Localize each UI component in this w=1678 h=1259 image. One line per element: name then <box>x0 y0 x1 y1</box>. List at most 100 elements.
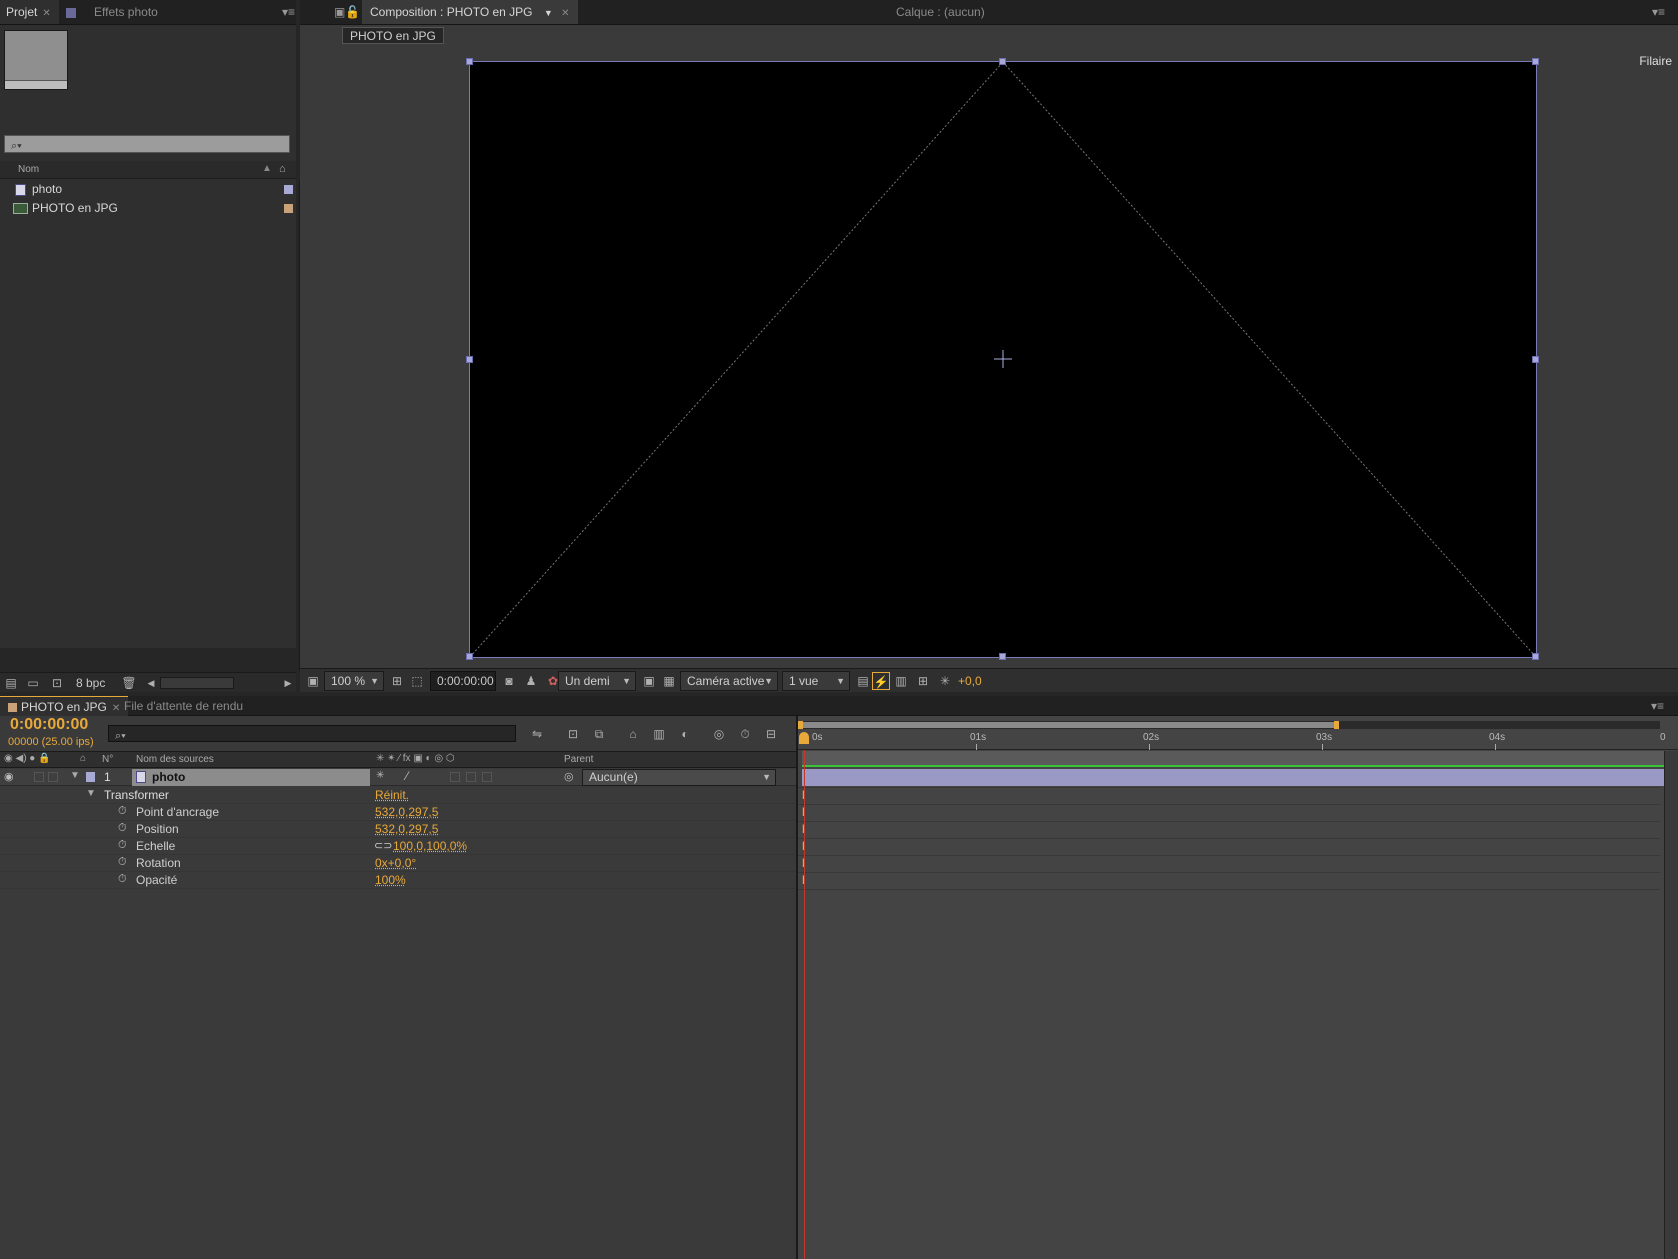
column-source-name[interactable]: Nom des sources <box>136 754 214 765</box>
switch-box[interactable] <box>450 772 460 782</box>
transform-handle[interactable] <box>1532 356 1539 363</box>
fast-draft-icon[interactable]: ⚡ <box>872 672 890 690</box>
current-time-display[interactable]: 0:00:00:00 <box>10 716 88 734</box>
switch-box[interactable] <box>466 772 476 782</box>
work-area-bar[interactable] <box>798 721 1660 729</box>
layer-duration-bar[interactable] <box>802 769 1664 786</box>
property-value[interactable]: 100% <box>375 873 406 887</box>
stopwatch-icon[interactable]: ⏱ <box>118 805 127 818</box>
transform-handle[interactable] <box>999 653 1006 660</box>
constrain-proportions-icon[interactable]: ⊂⊃ <box>374 839 392 852</box>
horizontal-scrollbar[interactable] <box>160 677 234 689</box>
column-name[interactable]: Nom <box>18 164 39 175</box>
time-ruler[interactable]: 0s 01s 02s 03s 04s 0 <box>798 730 1678 750</box>
draft-3d-icon[interactable]: ⊡ <box>564 725 582 743</box>
close-icon[interactable]: ✕ <box>42 8 50 19</box>
timecode-field[interactable]: 0:00:00:00 <box>430 671 496 691</box>
new-folder-icon[interactable]: ▭ <box>24 674 42 692</box>
stopwatch-icon[interactable]: ⏱ <box>118 822 127 835</box>
shy-layers-icon[interactable]: ⌂ <box>624 725 642 743</box>
trash-icon[interactable]: 🗑 <box>120 674 138 692</box>
property-row[interactable]: ⏱ Position 532,0,297,5 <box>0 821 796 838</box>
property-value[interactable]: 100,0,100,0% <box>393 839 467 853</box>
property-value[interactable]: 532,0,297,5 <box>375 822 438 836</box>
switch-box[interactable] <box>482 772 492 782</box>
tab-composition[interactable]: Composition : PHOTO en JPG ▼ ✕ <box>362 0 578 24</box>
sort-ascending-icon[interactable]: ▲ <box>262 163 272 174</box>
3d-cube-icon[interactable]: ⧉ <box>590 725 608 743</box>
bit-depth-label[interactable]: 8 bpc <box>76 676 105 690</box>
transform-handle[interactable] <box>466 58 473 65</box>
safe-margins-icon[interactable]: ⬚ <box>408 672 426 690</box>
label-color-swatch[interactable] <box>86 772 95 782</box>
reset-link[interactable]: Réinit. <box>375 788 409 802</box>
region-of-interest-icon[interactable]: ⊞ <box>388 672 406 690</box>
label-tag-icon[interactable]: ⌂ <box>279 163 286 175</box>
project-item[interactable]: PHOTO en JPG <box>0 200 296 217</box>
transform-handle[interactable] <box>466 653 473 660</box>
composition-viewer[interactable] <box>466 58 1539 660</box>
time-graph-scrollbar[interactable] <box>1664 751 1678 1259</box>
resolution-dropdown[interactable]: Un demi ▼ <box>558 671 636 691</box>
expand-triangle-icon[interactable]: ▼ <box>70 770 80 781</box>
graph-editor-icon[interactable]: ⊟ <box>762 725 780 743</box>
collapse-transform-switch-icon[interactable]: ✳ <box>376 770 384 781</box>
transform-group-row[interactable]: ▼ Transformer Réinit. <box>0 787 796 804</box>
tab-effects[interactable]: Effets photo <box>58 0 166 24</box>
camera-dropdown[interactable]: Caméra active ▼ <box>680 671 778 691</box>
flowchart-icon[interactable]: ⊞ <box>914 672 932 690</box>
parent-dropdown[interactable]: Aucun(e) ▼ <box>582 769 776 786</box>
views-dropdown[interactable]: 1 vue ▼ <box>782 671 850 691</box>
tab-render-queue[interactable]: File d'attente de rendu <box>116 696 251 716</box>
graph-editor-stopwatch-icon[interactable]: ⏱ <box>736 725 754 743</box>
motion-blur-icon[interactable]: ◐ <box>676 725 694 743</box>
transform-handle[interactable] <box>1532 58 1539 65</box>
snapshot-camera-icon[interactable]: ◙ <box>500 672 518 690</box>
quality-switch-icon[interactable]: ⁄ <box>406 769 408 783</box>
label-color-swatch[interactable] <box>284 204 293 213</box>
work-area-range[interactable] <box>798 722 1338 728</box>
layer-name-field[interactable]: photo <box>132 769 370 786</box>
stopwatch-icon[interactable]: ⏱ <box>118 873 127 886</box>
property-row[interactable]: ⏱ Rotation 0x+0,0° <box>0 855 796 872</box>
exposure-reset-icon[interactable]: ✳ <box>936 672 954 690</box>
transform-handle[interactable] <box>466 356 473 363</box>
scroll-left-icon[interactable]: ◀ <box>142 674 160 692</box>
parent-pickwhip-icon[interactable]: ◎ <box>564 770 574 783</box>
project-item[interactable]: photo <box>0 181 296 198</box>
timeline-search-input[interactable]: ⌕▾ <box>108 725 516 742</box>
tab-timeline-comp[interactable]: PHOTO en JPG ✕ <box>0 696 129 716</box>
playhead-line[interactable] <box>804 750 805 1259</box>
panel-menu-icon[interactable]: ▾≡ <box>1652 5 1665 19</box>
show-snapshot-icon[interactable]: ♟ <box>522 672 540 690</box>
frame-blending-icon[interactable]: ▥ <box>650 725 668 743</box>
property-value[interactable]: 0x+0,0° <box>375 856 416 870</box>
tab-dropdown-icon[interactable]: ▼ <box>544 8 553 18</box>
tab-layer[interactable]: Calque : (aucun) <box>888 0 993 24</box>
comp-breadcrumb[interactable]: PHOTO en JPG <box>342 27 444 44</box>
interpret-footage-icon[interactable]: ▤ <box>2 674 20 692</box>
property-row[interactable]: ⏱ Echelle ⊂⊃ 100,0,100,0% <box>0 838 796 855</box>
transparency-grid-icon[interactable]: ▦ <box>660 672 678 690</box>
brainstorm-icon[interactable]: ◎ <box>710 725 728 743</box>
exposure-value[interactable]: +0,0 <box>958 674 982 688</box>
transform-handle[interactable] <box>999 58 1006 65</box>
toggle-pixel-aspect-icon[interactable]: ▤ <box>854 672 872 690</box>
lock-icon[interactable]: ▣🔓 <box>334 5 360 19</box>
expand-triangle-icon[interactable]: ▼ <box>86 788 96 799</box>
scroll-right-icon[interactable]: ▶ <box>279 674 297 692</box>
property-row[interactable]: ⏱ Opacité 100% <box>0 872 796 889</box>
tab-project[interactable]: Projet ✕ <box>0 0 59 24</box>
fast-previews-icon[interactable]: ▣ <box>640 672 658 690</box>
new-composition-icon[interactable]: ⊡ <box>48 674 66 692</box>
close-icon[interactable]: ✕ <box>561 8 569 19</box>
layer-row[interactable]: ◉ ▼ 1 photo ✳ ⁄ ◎ Aucun(e) ▼ <box>0 769 796 786</box>
work-area-end-handle[interactable] <box>1334 721 1339 729</box>
always-preview-icon[interactable]: ▣ <box>304 672 322 690</box>
switch-box[interactable] <box>48 772 58 782</box>
panel-menu-icon[interactable]: ▾≡ <box>282 5 295 19</box>
switch-box[interactable] <box>34 772 44 782</box>
property-value[interactable]: 532,0,297,5 <box>375 805 438 819</box>
project-search-input[interactable]: ⌕▾ <box>4 135 290 153</box>
eye-visibility-icon[interactable]: ◉ <box>4 770 14 783</box>
